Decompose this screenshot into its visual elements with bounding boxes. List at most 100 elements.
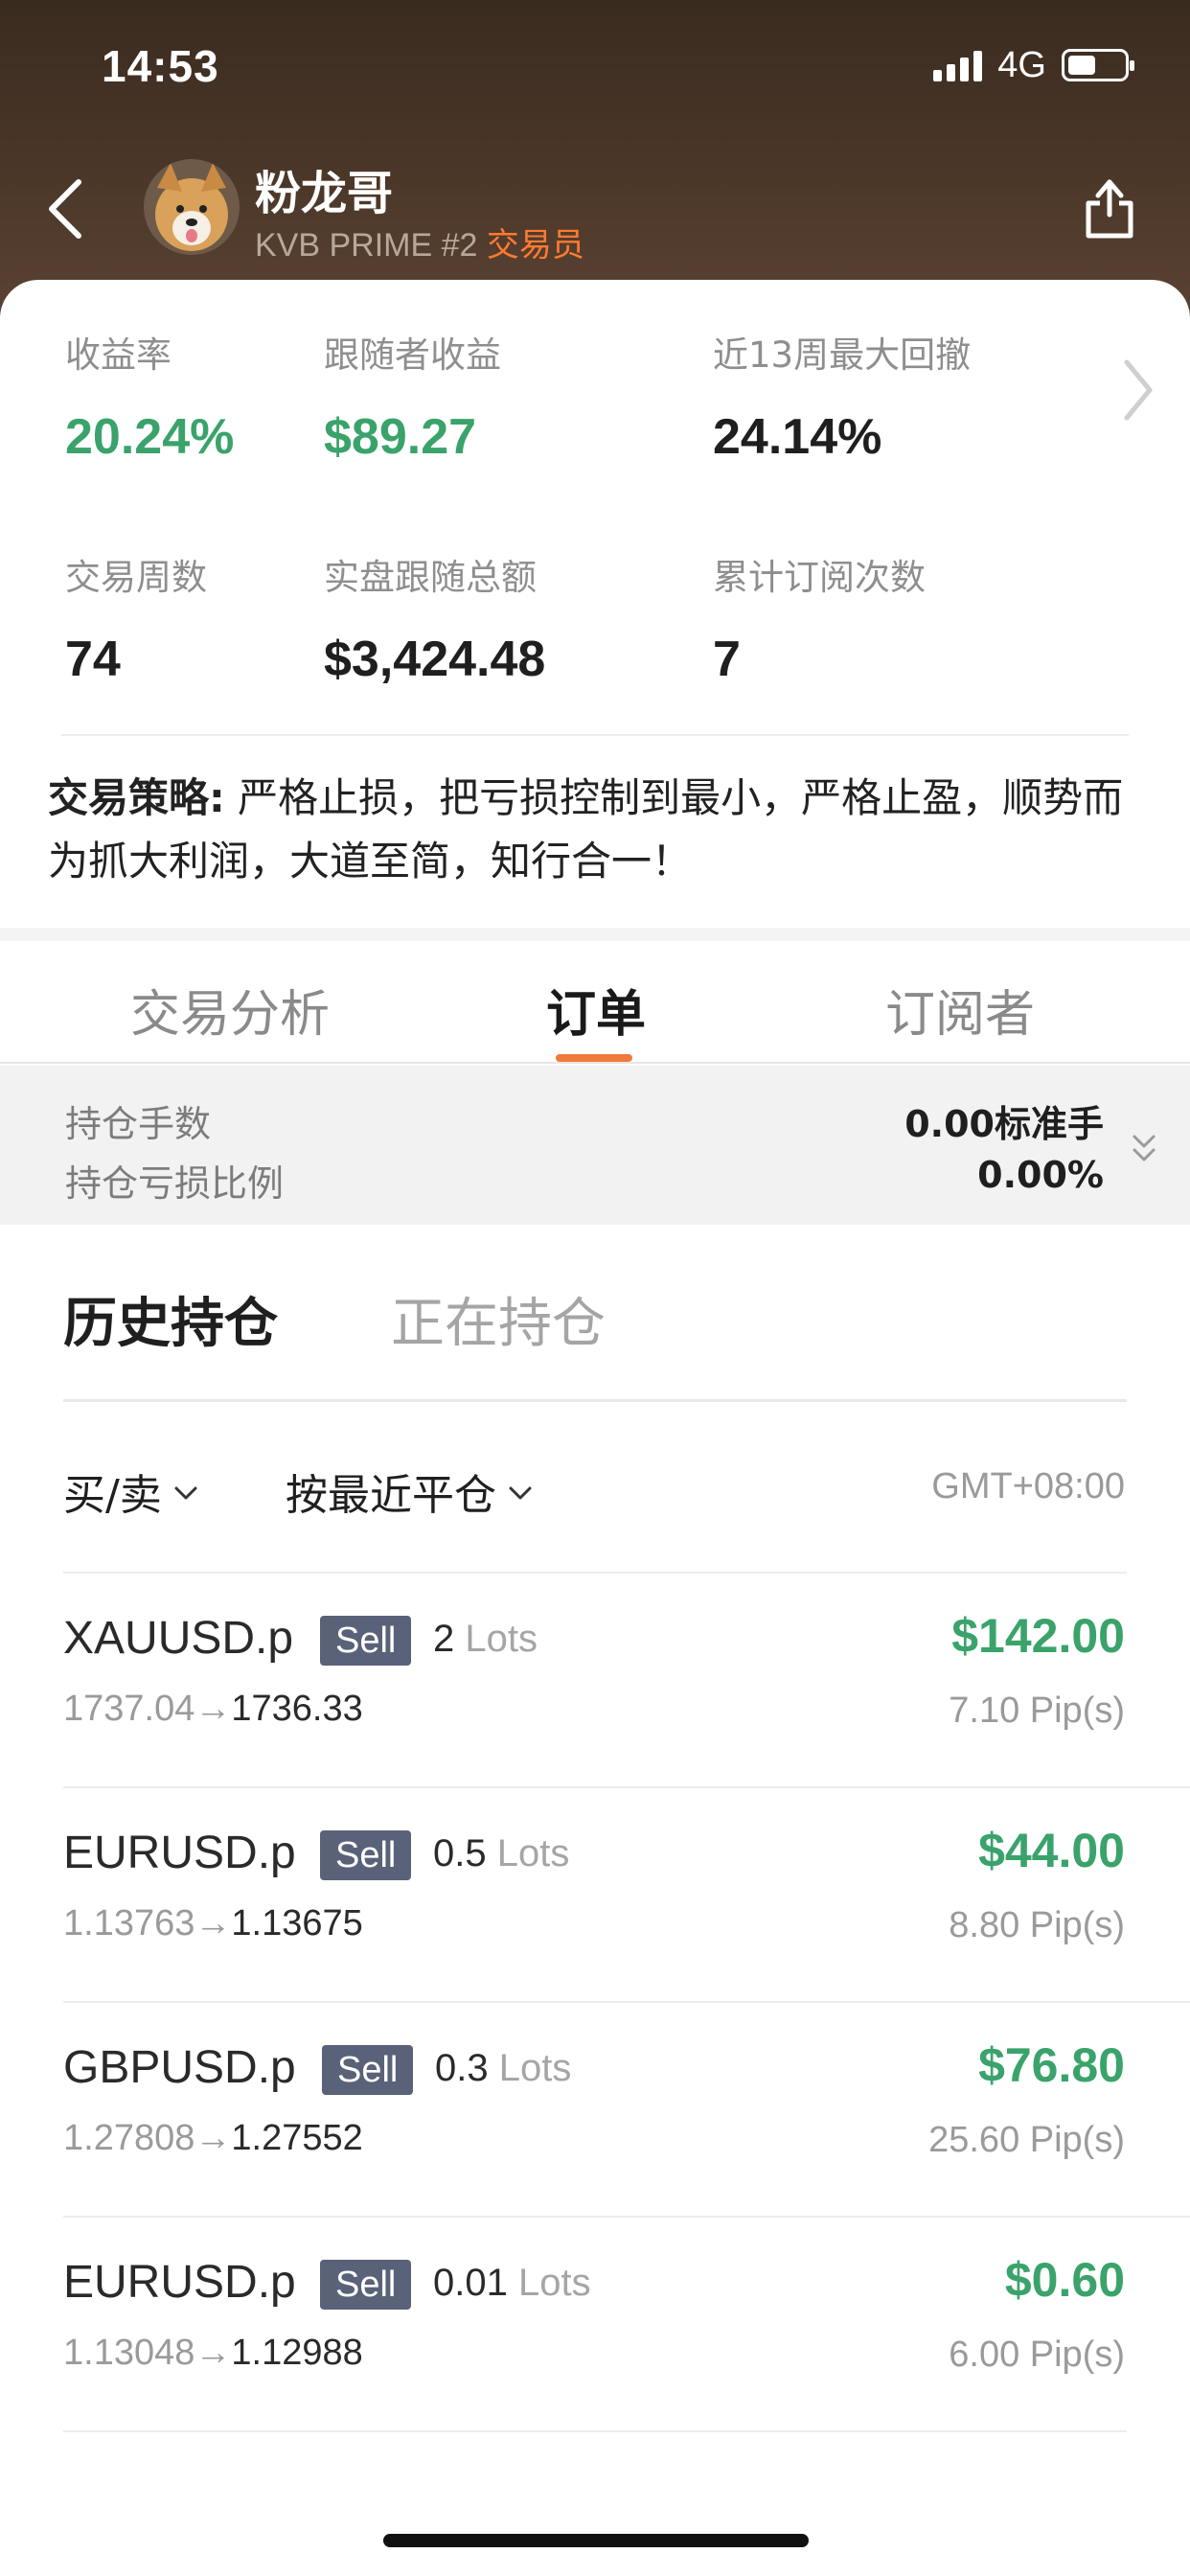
position-lots-value: 0.00标准手	[904, 1103, 1104, 1145]
stat-value: 20.24%	[65, 409, 235, 465]
order-row[interactable]: XAUUSD.p Sell 2 Lots 1737.04→1736.33 $14…	[0, 1574, 1190, 1788]
order-pips: 7.10 Pip(s)	[949, 1690, 1125, 1731]
order-row[interactable]: EURUSD.p Sell 0.01 Lots 1.13048→1.12988 …	[0, 2218, 1190, 2432]
avatar[interactable]	[144, 159, 240, 255]
stat-value: $3,424.48	[324, 632, 546, 687]
order-profit: $142.00	[951, 1609, 1125, 1663]
active-tab-indicator	[556, 1054, 632, 1062]
order-symbol: EURUSD.p	[63, 2257, 296, 2308]
signal-icon	[933, 49, 983, 81]
trader-subtitle: KVB PRIME #2 交易员	[255, 218, 584, 265]
position-summary[interactable]: 持仓手数 0.00标准手 持仓亏损比例 0.00%	[0, 1066, 1190, 1225]
profile-header: 14:53 4G 粉龙哥 KVB PRIME #2 交易员	[0, 0, 1190, 316]
stat-value: $89.27	[324, 409, 477, 465]
status-time: 14:53	[102, 41, 219, 91]
trader-name: 粉龙哥	[255, 167, 394, 220]
order-pips: 6.00 Pip(s)	[949, 2334, 1125, 2375]
open-price: 1.13048→	[63, 2333, 232, 2373]
close-price: 1.12988	[231, 2333, 363, 2373]
order-pips: 25.60 Pip(s)	[928, 2120, 1125, 2160]
stat-max-drawdown: 近13周最大回撤 24.14%	[713, 326, 971, 466]
sort-filter-label: 按最近平仓	[286, 1471, 496, 1520]
stat-value: 24.14%	[713, 409, 882, 465]
chevron-down-icon	[174, 1486, 197, 1500]
lots-value: 0.5	[433, 1832, 487, 1874]
stat-subscriptions: 累计订阅次数 7	[713, 548, 926, 688]
stat-value: 74	[65, 632, 121, 687]
sort-filter[interactable]: 按最近平仓	[286, 1460, 533, 1522]
share-icon	[1086, 179, 1133, 239]
open-price: 1737.04→	[63, 1689, 232, 1729]
side-badge: Sell	[322, 2045, 414, 2095]
stats-card: 收益率 20.24% 跟随者收益 $89.27 近13周最大回撤 24.14% …	[0, 280, 1190, 932]
home-indicator[interactable]	[383, 2534, 809, 2547]
close-price: 1736.33	[231, 1689, 363, 1729]
chevron-right-icon[interactable]	[1119, 356, 1157, 424]
tab-subscribers[interactable]: 订阅者	[885, 974, 1035, 1046]
stat-trade-weeks: 交易周数 74	[65, 548, 207, 688]
divider	[63, 2430, 1127, 2432]
stat-label: 跟随者收益	[324, 334, 501, 376]
stat-label: 近13周最大回撤	[713, 334, 972, 376]
stat-label: 实盘跟随总额	[324, 557, 537, 598]
order-row[interactable]: EURUSD.p Sell 0.5 Lots 1.13763→1.13675 $…	[0, 1788, 1190, 2003]
stat-follow-total: 实盘跟随总额 $3,424.48	[324, 548, 545, 688]
network-type: 4G	[997, 44, 1046, 85]
lots-value: 0.01	[433, 2262, 508, 2304]
position-loss-value: 0.00%	[977, 1154, 1104, 1196]
order-price: 1.13048→1.12988	[63, 2333, 363, 2374]
lots-unit: Lots	[496, 1832, 570, 1874]
main-tabs: 交易分析 订单 订阅者	[0, 941, 1190, 1064]
tab-history-positions[interactable]: 历史持仓	[63, 1280, 278, 1358]
divider	[61, 734, 1129, 736]
tab-analysis[interactable]: 交易分析	[130, 974, 330, 1046]
open-price: 1.13763→	[63, 1903, 232, 1944]
share-button[interactable]	[1075, 169, 1144, 245]
side-filter-label: 买/卖	[63, 1471, 162, 1520]
strategy-label: 交易策略:	[48, 774, 225, 821]
timezone-label: GMT+08:00	[931, 1466, 1125, 1506]
stat-label: 交易周数	[65, 557, 207, 598]
stat-label: 累计订阅次数	[713, 557, 926, 598]
position-loss-label: 持仓亏损比例	[65, 1162, 285, 1205]
order-lots: 2 Lots	[433, 1618, 538, 1661]
side-badge: Sell	[320, 2260, 412, 2310]
order-pips: 8.80 Pip(s)	[949, 1905, 1125, 1945]
order-lots: 0.3 Lots	[435, 2047, 571, 2090]
close-price: 1.27552	[231, 2118, 363, 2158]
side-badge: Sell	[320, 1616, 412, 1666]
divider	[63, 1399, 1127, 1402]
status-indicators: 4G	[933, 44, 1134, 85]
tab-open-positions[interactable]: 正在持仓	[391, 1280, 606, 1358]
stat-value: 7	[713, 632, 741, 687]
battery-icon	[1062, 49, 1134, 81]
order-symbol: GBPUSD.p	[63, 2042, 296, 2093]
section-gap	[0, 928, 1190, 941]
order-symbol: XAUUSD.p	[63, 1613, 294, 1664]
chevron-left-icon	[49, 179, 81, 239]
back-button[interactable]	[36, 171, 94, 247]
lots-unit: Lots	[465, 1618, 538, 1660]
tab-orders[interactable]: 订单	[546, 974, 646, 1046]
order-symbol: EURUSD.p	[63, 1828, 296, 1878]
order-profit: $0.60	[1004, 2253, 1125, 2307]
double-chevron-down-icon[interactable]	[1129, 1131, 1159, 1165]
role-label: 交易员	[486, 226, 584, 264]
order-lots: 0.5 Lots	[433, 1832, 569, 1875]
stat-follower-profit: 跟随者收益 $89.27	[324, 326, 501, 466]
chevron-down-icon	[509, 1486, 532, 1500]
lots-value: 2	[433, 1618, 455, 1660]
side-badge: Sell	[320, 1830, 412, 1880]
account-label: KVB PRIME #2	[255, 227, 478, 264]
side-filter[interactable]: 买/卖	[63, 1460, 198, 1522]
order-row[interactable]: GBPUSD.p Sell 0.3 Lots 1.27808→1.27552 $…	[0, 2003, 1190, 2218]
close-price: 1.13675	[231, 1903, 363, 1944]
open-price: 1.27808→	[63, 2118, 232, 2158]
order-lots: 0.01 Lots	[433, 2262, 591, 2305]
lots-unit: Lots	[517, 2262, 591, 2304]
order-price: 1.13763→1.13675	[63, 1903, 363, 1944]
order-price: 1.27808→1.27552	[63, 2118, 363, 2159]
position-lots-label: 持仓手数	[65, 1103, 212, 1145]
lots-unit: Lots	[498, 2047, 572, 2089]
stat-label: 收益率	[65, 334, 172, 376]
